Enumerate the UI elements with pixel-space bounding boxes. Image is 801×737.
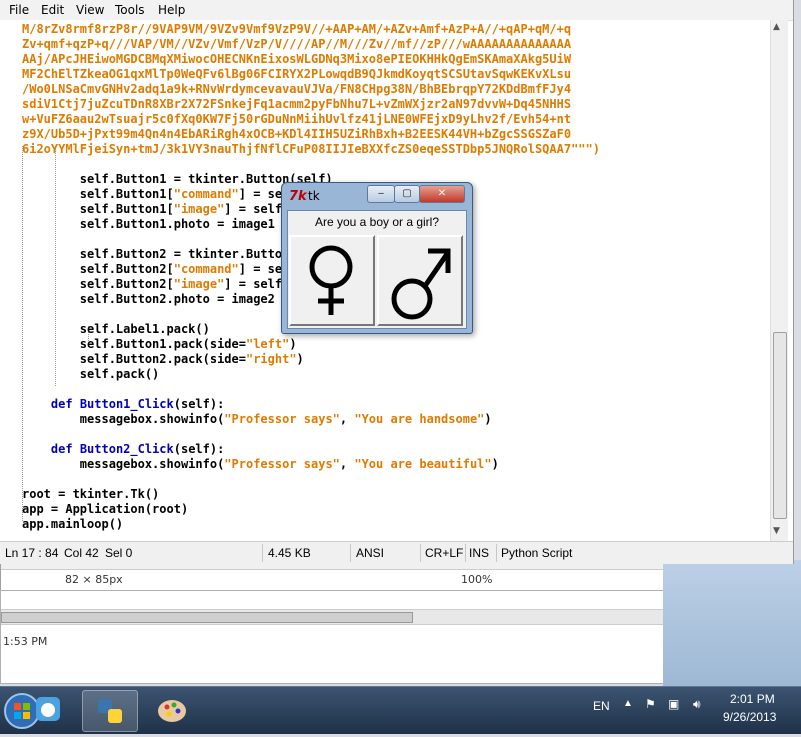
maximize-button[interactable]: ▢ [394, 185, 420, 203]
code-line: sdiV1Ctj7juZcuTDnR8XBr2X72FSnkejFq1acmm2… [22, 97, 572, 111]
status-bar: Ln 17 : 84 Col 42 Sel 0 4.45 KB ANSI CR+… [0, 541, 793, 564]
status-line-position: Ln 17 : 84 [5, 546, 59, 560]
language-indicator[interactable]: EN [593, 699, 610, 713]
scroll-down-arrow-icon[interactable]: ▼ [773, 526, 780, 536]
vertical-scrollbar[interactable]: ▲ ▼ [770, 20, 788, 541]
code-line: messagebox.showinfo("Professor says", "Y… [22, 412, 492, 426]
code-line: def Button2_Click(self): [50, 442, 225, 456]
male-symbol-icon [391, 248, 451, 320]
close-button[interactable]: ✕ [419, 185, 465, 203]
code-line: AAj/APcJHEiwoMGDCBMqXMiwocOHECNKnEixosWL… [22, 52, 572, 66]
taskbar-paint[interactable] [145, 690, 199, 730]
code-line: messagebox.showinfo("Professor says", "Y… [22, 457, 499, 471]
menu-view[interactable]: View [76, 3, 104, 17]
background-dimensions: 82 × 85px [65, 573, 123, 586]
status-encoding: ANSI [356, 546, 385, 560]
code-line: w+VuFZ6aau2wTsuajr5c0fXq0KW7Fj50rGDuNnMi… [22, 112, 572, 126]
code-line: def Button1_Click(self): [50, 397, 225, 411]
code-line: app.mainloop() [22, 517, 124, 531]
menu-file[interactable]: File [9, 3, 29, 17]
background-window-2: 1:53 PM [0, 590, 664, 684]
status-divider [350, 544, 351, 562]
code-line: 6i2oYYMlFjeiSyn+tmJ/3k1VY3nauThjfNflCFuP… [22, 142, 600, 156]
clock-date[interactable]: 9/26/2013 [723, 710, 776, 724]
status-mode: INS [469, 546, 490, 560]
status-file-size: 4.45 KB [268, 546, 311, 560]
tk-window-title: tk [308, 189, 320, 203]
background-status-strip: 82 × 85px 100% [1, 569, 663, 591]
paint-palette-icon [158, 700, 186, 722]
volume-icon[interactable]: 🔊︎ [693, 697, 701, 712]
menu-edit[interactable]: Edit [41, 3, 64, 17]
code-line: MF2ChElTZkeaOG1qxMlTp0WeQFv6lBg06FCIRYX2… [22, 67, 572, 81]
menu-help[interactable]: Help [158, 3, 185, 17]
tk-client-area: Are you a boy or a girl? [287, 210, 467, 329]
code-line: self.pack() [22, 367, 160, 381]
status-line-ending: CR+LF [425, 546, 464, 560]
action-center-flag-icon[interactable]: ⚑ [645, 697, 656, 711]
status-column: Col 42 [64, 546, 99, 560]
network-icon[interactable]: ▣ [668, 697, 679, 711]
code-line: self.Button2.pack(side="right") [22, 352, 304, 366]
code-line: self.Label1.pack() [22, 322, 210, 336]
status-divider [262, 544, 263, 562]
status-divider [465, 544, 466, 562]
taskbar: EN ▲ ⚑ ▣ 🔊︎ 2:01 PM 9/26/2013 [0, 686, 801, 734]
scroll-up-arrow-icon[interactable]: ▲ [773, 22, 780, 32]
cat-icon [36, 697, 60, 721]
tk-feather-icon: 7k [289, 189, 307, 204]
background-zoom: 100% [461, 573, 493, 586]
code-line: self.Button1.photo = image1 [22, 217, 275, 231]
code-line: M/8rZv8rmf8rzP8r//9VAP9VM/9VZv9Vmf9VzP9V… [22, 22, 572, 36]
status-divider [496, 544, 497, 562]
girl-button[interactable] [289, 235, 375, 326]
background-time: 1:53 PM [3, 635, 48, 648]
scroll-thumb[interactable] [773, 332, 787, 519]
status-divider [420, 544, 421, 562]
code-line: Zv+qmf+qzP+q///VAP/VM//VZv/Vmf/VzP/V////… [22, 37, 572, 51]
menu-tools[interactable]: Tools [115, 3, 145, 17]
clock-time[interactable]: 2:01 PM [730, 692, 775, 706]
desktop-background [663, 560, 801, 686]
tk-titlebar[interactable]: 7k tk ‒ ▢ ✕ [282, 183, 472, 209]
status-language: Python Script [501, 546, 573, 560]
background-horizontal-scrollbar[interactable] [1, 609, 663, 625]
background-scroll-thumb[interactable] [1, 612, 413, 623]
question-label: Are you a boy or a girl? [314, 215, 440, 229]
minimize-button[interactable]: ‒ [367, 185, 395, 203]
boy-button[interactable] [377, 235, 463, 326]
menu-bar: File Edit View Tools Help [0, 0, 793, 21]
code-line: z9X/Ub5D+jPxt99m4Qn4n4EbARiRgh4xOCB+KDl4… [22, 127, 572, 141]
code-line: self.Button2.photo = image2 [22, 292, 275, 306]
code-line: app = Application(root) [22, 502, 189, 516]
taskbar-python[interactable] [82, 690, 138, 732]
code-line: /Wo0LNSaCmvGNHv2adq1a9k+RNvWrdymcevavauV… [22, 82, 572, 96]
show-hidden-icons-icon[interactable]: ▲ [623, 698, 633, 709]
code-line: self.Button1.pack(side="left") [22, 337, 297, 351]
python-icon [98, 699, 122, 723]
status-selection: Sel 0 [105, 546, 133, 560]
taskbar-app-1[interactable] [20, 690, 74, 730]
code-line: root = tkinter.Tk() [22, 487, 160, 501]
female-symbol-icon [309, 245, 353, 315]
tk-window: 7k tk ‒ ▢ ✕ Are you a boy or a girl? [281, 182, 473, 334]
